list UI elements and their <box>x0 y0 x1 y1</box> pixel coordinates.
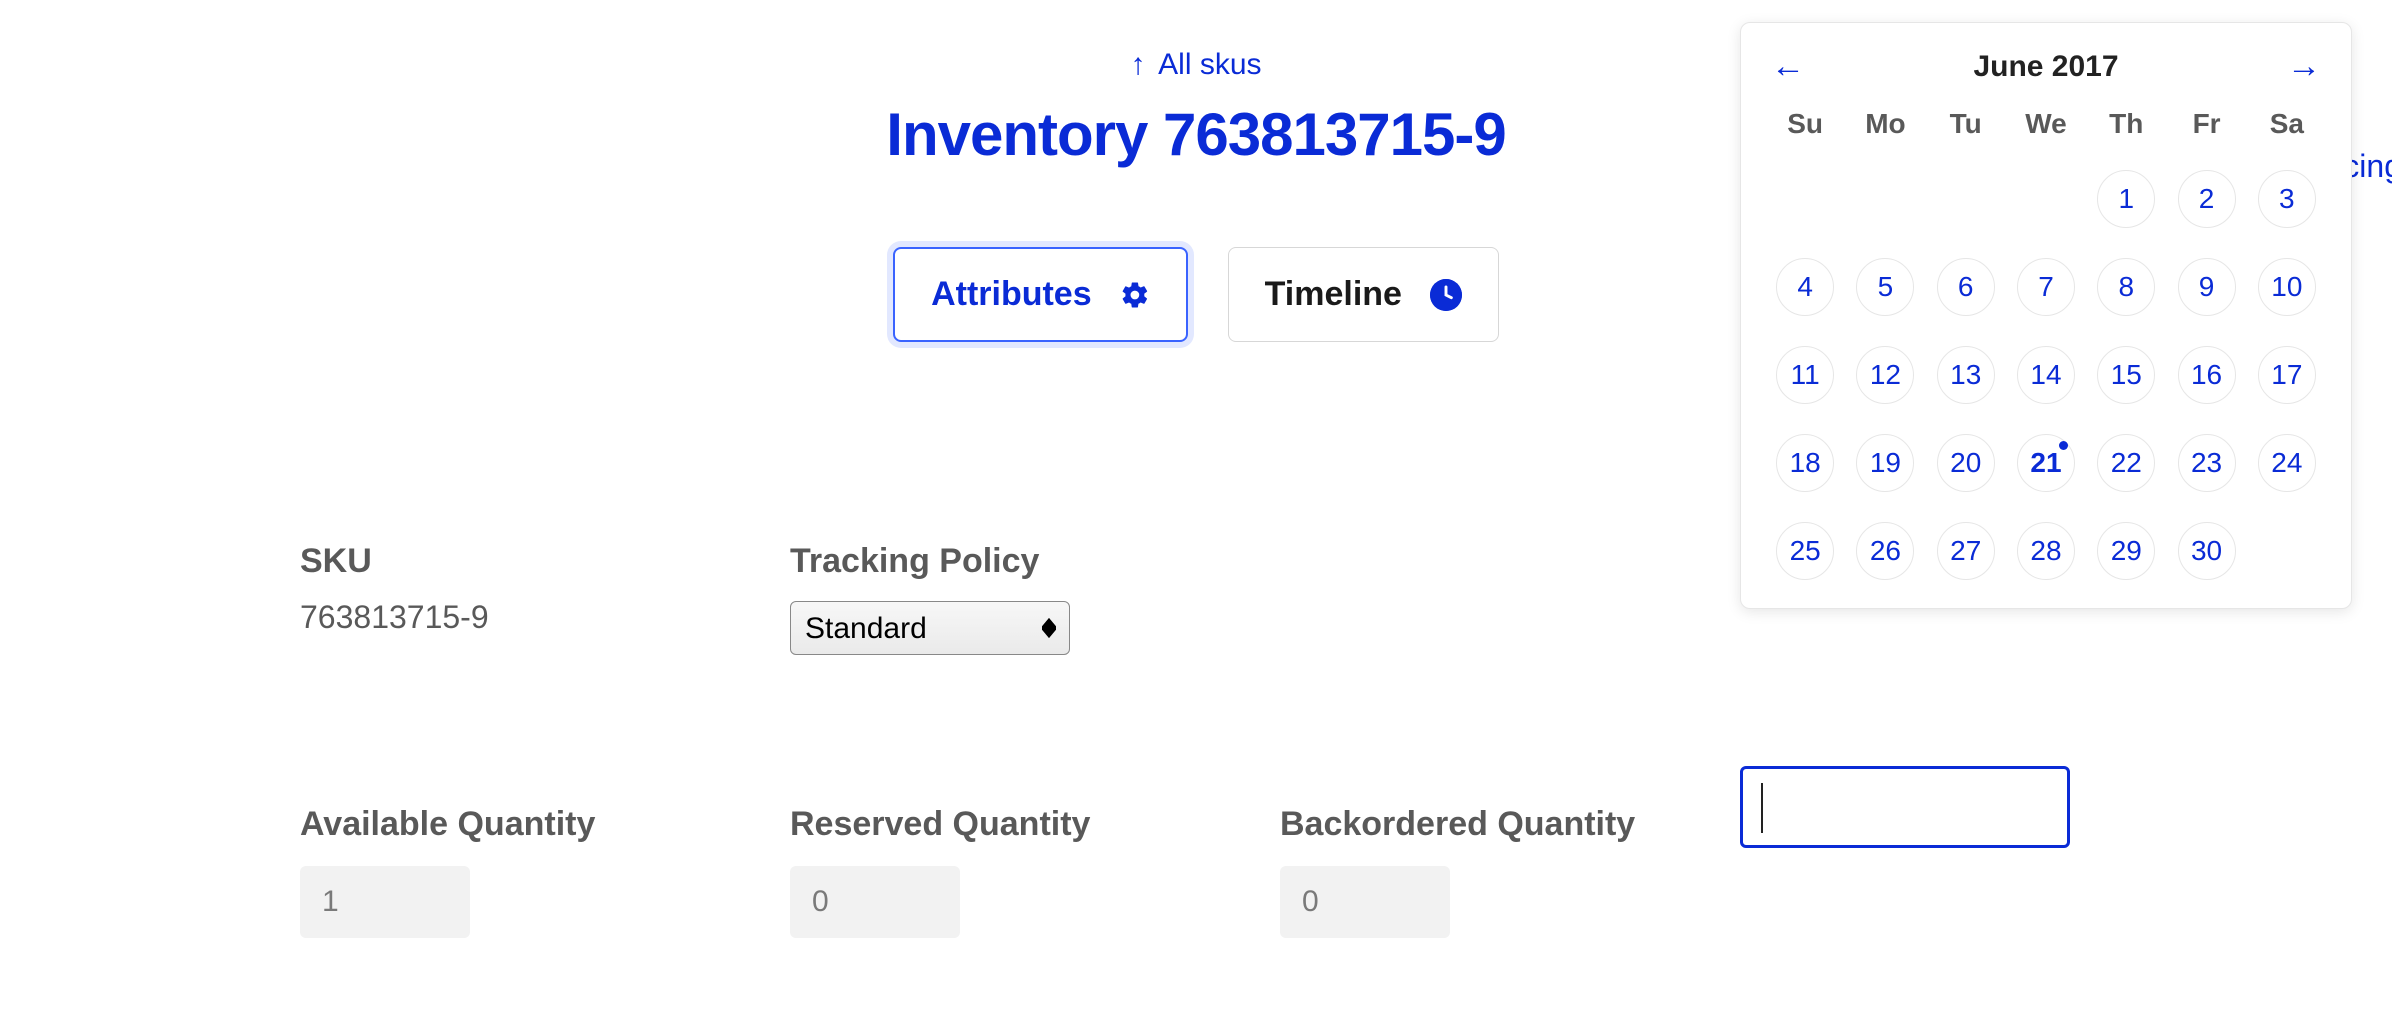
backordered-qty-label: Backordered Quantity <box>1280 805 1760 844</box>
backordered-qty-input[interactable] <box>1280 866 1450 938</box>
up-arrow-icon: ↑ <box>1130 48 1145 81</box>
tracking-policy-label: Tracking Policy <box>790 542 1270 581</box>
calendar-grid: SuMoTuWeThFrSa12345678910111213141516171… <box>1765 108 2327 580</box>
calendar-day-2[interactable]: 2 <box>2178 170 2236 228</box>
calendar-day-9[interactable]: 9 <box>2178 258 2236 316</box>
field-available-qty: Available Quantity <box>300 805 780 938</box>
field-sku: SKU 763813715-9 <box>300 542 780 655</box>
calendar-day-27[interactable]: 27 <box>1937 522 1995 580</box>
tab-attributes-label: Attributes <box>931 275 1092 314</box>
calendar-day-1[interactable]: 1 <box>2097 170 2155 228</box>
tab-attributes[interactable]: Attributes <box>893 247 1188 342</box>
tab-timeline-label: Timeline <box>1265 275 1402 314</box>
calendar-day-28[interactable]: 28 <box>2017 522 2075 580</box>
calendar-day-8[interactable]: 8 <box>2097 258 2155 316</box>
available-qty-label: Available Quantity <box>300 805 780 844</box>
available-qty-input[interactable] <box>300 866 470 938</box>
calendar-dow: Th <box>2109 108 2143 140</box>
tab-timeline[interactable]: Timeline <box>1228 247 1499 342</box>
date-input[interactable] <box>1740 766 2070 848</box>
calendar-dow: We <box>2025 108 2067 140</box>
field-reserved-qty: Reserved Quantity <box>790 805 1270 938</box>
calendar-today-dot-icon <box>2059 441 2068 450</box>
breadcrumb-label: All skus <box>1158 48 1261 81</box>
calendar-dow: Tu <box>1950 108 1982 140</box>
calendar-day-12[interactable]: 12 <box>1856 346 1914 404</box>
calendar-blank <box>1937 170 1995 228</box>
calendar-day-24[interactable]: 24 <box>2258 434 2316 492</box>
calendar-day-25[interactable]: 25 <box>1776 522 1834 580</box>
reserved-qty-label: Reserved Quantity <box>790 805 1270 844</box>
calendar-dow: Sa <box>2270 108 2304 140</box>
calendar-day-10[interactable]: 10 <box>2258 258 2316 316</box>
calendar-day-15[interactable]: 15 <box>2097 346 2155 404</box>
calendar-day-13[interactable]: 13 <box>1937 346 1995 404</box>
field-backordered-qty: Backordered Quantity <box>1280 805 1760 938</box>
calendar-popover: ← June 2017 → SuMoTuWeThFrSa123456789101… <box>1740 22 2352 609</box>
calendar-title: June 2017 <box>1973 50 2118 84</box>
calendar-day-30[interactable]: 30 <box>2178 522 2236 580</box>
calendar-day-23[interactable]: 23 <box>2178 434 2236 492</box>
text-caret-icon <box>1761 783 1763 833</box>
calendar-day-14[interactable]: 14 <box>2017 346 2075 404</box>
calendar-day-22[interactable]: 22 <box>2097 434 2155 492</box>
calendar-day-7[interactable]: 7 <box>2017 258 2075 316</box>
calendar-blank <box>1856 170 1914 228</box>
field-tracking-policy: Tracking Policy Standard <box>790 542 1270 655</box>
calendar-day-18[interactable]: 18 <box>1776 434 1834 492</box>
calendar-day-4[interactable]: 4 <box>1776 258 1834 316</box>
calendar-day-3[interactable]: 3 <box>2258 170 2316 228</box>
reserved-qty-input[interactable] <box>790 866 960 938</box>
gear-icon <box>1120 280 1150 310</box>
calendar-day-11[interactable]: 11 <box>1776 346 1834 404</box>
calendar-day-26[interactable]: 26 <box>1856 522 1914 580</box>
calendar-next-month[interactable]: → <box>2281 43 2327 90</box>
calendar-day-6[interactable]: 6 <box>1937 258 1995 316</box>
calendar-day-29[interactable]: 29 <box>2097 522 2155 580</box>
calendar-blank <box>1776 170 1834 228</box>
calendar-day-17[interactable]: 17 <box>2258 346 2316 404</box>
clock-icon <box>1430 279 1462 311</box>
calendar-dow: Su <box>1787 108 1823 140</box>
attributes-panel: SKU 763813715-9 Tracking Policy Standard… <box>300 542 2392 1018</box>
calendar-day-20[interactable]: 20 <box>1937 434 1995 492</box>
calendar-day-16[interactable]: 16 <box>2178 346 2236 404</box>
tracking-policy-select[interactable]: Standard <box>790 601 1070 655</box>
calendar-day-19[interactable]: 19 <box>1856 434 1914 492</box>
sku-value: 763813715-9 <box>300 599 780 636</box>
calendar-dow: Mo <box>1865 108 1905 140</box>
calendar-blank <box>2017 170 2075 228</box>
calendar-prev-month[interactable]: ← <box>1765 43 1811 90</box>
calendar-day-5[interactable]: 5 <box>1856 258 1914 316</box>
calendar-dow: Fr <box>2193 108 2221 140</box>
sku-label: SKU <box>300 542 780 581</box>
calendar-day-21[interactable]: 21 <box>2017 434 2075 492</box>
